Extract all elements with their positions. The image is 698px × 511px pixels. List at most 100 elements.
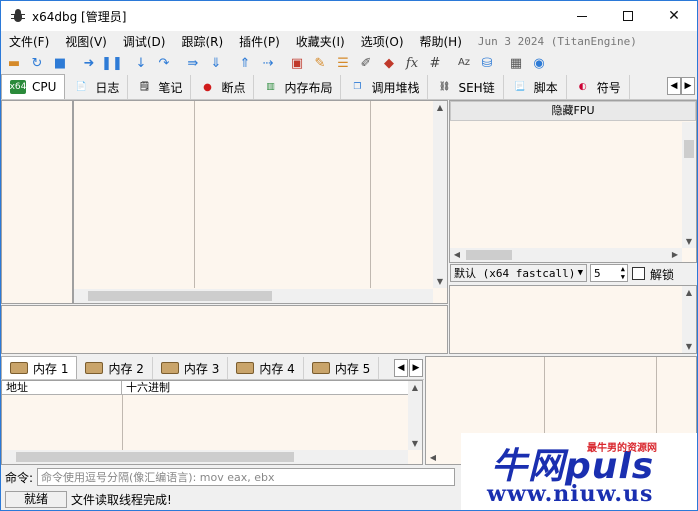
tab-memory-2[interactable]: 内存 2: [77, 357, 153, 379]
memtab-scroll-left-icon[interactable]: ◀: [394, 359, 408, 377]
hash-icon[interactable]: #: [426, 54, 444, 72]
tab-scroll-right-icon[interactable]: ▶: [681, 77, 695, 95]
restart-icon[interactable]: ↻: [28, 54, 46, 72]
script-icon[interactable]: ☰: [334, 54, 352, 72]
tab-memory-3[interactable]: 内存 3: [153, 357, 229, 379]
dump-view[interactable]: 地址 十六进制 ▲ ▼: [1, 380, 423, 465]
hide-fpu-button[interactable]: 隐藏FPU: [450, 101, 696, 121]
scroll-thumb[interactable]: [466, 250, 512, 260]
status-message: 文件读取线程完成!: [71, 493, 172, 507]
pause-icon[interactable]: ❚❚: [101, 54, 123, 72]
maximize-button[interactable]: [605, 1, 651, 31]
cpu-sidebar[interactable]: [1, 100, 73, 304]
scroll-left-icon[interactable]: ◀: [450, 250, 464, 259]
breakpoint-icon[interactable]: ▣: [288, 54, 306, 72]
menu-options[interactable]: 选项(O): [353, 33, 412, 50]
globe-icon[interactable]: ◉: [530, 54, 548, 72]
scroll-left-icon[interactable]: ◀: [426, 453, 440, 462]
call-stack-icon: ❐: [353, 82, 362, 92]
arg-count-spinner[interactable]: 5 ▲ ▼: [590, 264, 628, 282]
calling-convention-value: 默认 (x64 fastcall): [454, 267, 576, 280]
scroll-down-icon[interactable]: ▼: [682, 237, 696, 246]
tab-breakpoints[interactable]: ● 断点: [191, 75, 255, 99]
memory-tabs: 内存 1 内存 2 内存 3 内存 4 内存 5: [1, 356, 424, 380]
menu-plugins[interactable]: 插件(P): [231, 33, 288, 50]
dump-header-address: 地址: [2, 381, 122, 395]
minimize-button[interactable]: [559, 1, 605, 31]
patch-icon[interactable]: ✎: [311, 54, 329, 72]
disassembly-vscroll[interactable]: ▲ ▼: [433, 101, 447, 288]
scroll-up-icon[interactable]: ▲: [682, 288, 696, 297]
scroll-down-icon[interactable]: ▼: [433, 277, 447, 286]
module-icon[interactable]: ⛁: [478, 54, 496, 72]
menu-help[interactable]: 帮助(H): [412, 33, 470, 50]
tab-scroll-left-icon[interactable]: ◀: [667, 77, 681, 95]
open-folder-icon[interactable]: ▬: [5, 54, 23, 72]
disassembly-view[interactable]: ▲ ▼: [73, 100, 448, 304]
spinner-arrows-icon[interactable]: ▲ ▼: [621, 265, 625, 281]
step-into-icon[interactable]: ↓: [132, 54, 150, 72]
function-icon[interactable]: fx: [403, 54, 421, 72]
build-info: Jun 3 2024 (TitanEngine): [477, 34, 637, 48]
step-up-icon[interactable]: ⇑: [236, 54, 254, 72]
tab-cpu[interactable]: x64 CPU: [1, 74, 66, 99]
tab-symbols[interactable]: ◐ 符号: [566, 75, 630, 99]
comment-icon[interactable]: ✐: [357, 54, 375, 72]
tab-script[interactable]: 📃 脚本: [503, 75, 567, 99]
tab-memory-4[interactable]: 内存 4: [228, 357, 304, 379]
tab-call-stack[interactable]: ❐ 调用堆栈: [341, 75, 429, 99]
debug-state: 就绪: [5, 491, 67, 508]
scroll-thumb[interactable]: [88, 291, 272, 301]
lock-checkbox[interactable]: [632, 267, 645, 280]
disassembly-hscroll[interactable]: [74, 289, 433, 303]
scroll-thumb[interactable]: [16, 452, 294, 462]
dump-vscroll[interactable]: ▲ ▼: [408, 381, 422, 450]
run-to-user-icon[interactable]: ⇛: [184, 54, 202, 72]
scroll-thumb[interactable]: [684, 140, 694, 158]
scroll-up-icon[interactable]: ▲: [433, 103, 447, 112]
tab-memory-1[interactable]: 内存 1: [1, 356, 78, 379]
arguments-view[interactable]: ▲ ▼: [449, 285, 697, 354]
menu-debug[interactable]: 调试(D): [115, 33, 174, 50]
scroll-right-icon[interactable]: ▶: [668, 250, 682, 259]
arguments-vscroll[interactable]: ▲ ▼: [682, 286, 696, 353]
toolbar: ▬ ↻ ■ ➜ ❚❚ ↓ ↷ ⇛ ⇓ ⇑ ⇢ ▣ ✎ ☰ ✐ ◆ fx # Aᴢ…: [1, 51, 697, 75]
trace-icon[interactable]: ⇢: [259, 54, 277, 72]
tab-label: 内存 3: [183, 361, 220, 376]
run-icon[interactable]: ➜: [80, 54, 98, 72]
step-over-icon[interactable]: ↷: [155, 54, 173, 72]
menu-view[interactable]: 视图(V): [57, 33, 115, 50]
font-icon[interactable]: Aᴢ: [455, 54, 473, 72]
registers-hscroll[interactable]: ◀ ▶: [450, 248, 682, 262]
log-icon: 📄: [75, 82, 88, 92]
memory-chip-icon: [311, 362, 330, 374]
lock-label: 解锁: [650, 268, 675, 282]
stop-icon[interactable]: ■: [51, 54, 69, 72]
tab-log[interactable]: 📄 日志: [65, 75, 129, 99]
tab-label: 脚本: [533, 80, 558, 95]
tab-label: SEH链: [458, 80, 495, 95]
calling-convention-select[interactable]: 默认 (x64 fastcall) ▼: [450, 264, 587, 282]
tab-memory-5[interactable]: 内存 5: [304, 357, 380, 379]
tab-notes[interactable]: 🗒 笔记: [128, 75, 192, 99]
menu-favourites[interactable]: 收藏夹(I): [288, 33, 353, 50]
tab-memory-map[interactable]: ▥ 内存布局: [254, 75, 342, 99]
dump-hscroll[interactable]: [2, 450, 408, 464]
memory-chip-icon: [10, 362, 28, 374]
registers-view[interactable]: 隐藏FPU ▼ ◀ ▶: [449, 100, 697, 263]
close-button[interactable]: ✕: [651, 1, 697, 31]
run-to-return-icon[interactable]: ⇓: [207, 54, 225, 72]
info-view[interactable]: [1, 305, 448, 354]
scroll-down-icon[interactable]: ▼: [682, 342, 696, 351]
label-icon[interactable]: ◆: [380, 54, 398, 72]
menu-trace[interactable]: 跟踪(R): [173, 33, 231, 50]
scroll-up-icon[interactable]: ▲: [408, 383, 422, 392]
calculator-icon[interactable]: ▦: [507, 54, 525, 72]
registers-vscroll[interactable]: ▼: [682, 122, 696, 248]
menu-file[interactable]: 文件(F): [1, 33, 57, 50]
tab-label: 内存 4: [259, 361, 295, 376]
tab-seh[interactable]: ⛓ SEH链: [428, 75, 504, 99]
scroll-down-icon[interactable]: ▼: [408, 439, 422, 448]
command-input[interactable]: 命令使用逗号分隔(像汇编语言): mov eax, ebx: [37, 468, 455, 486]
memtab-scroll-right-icon[interactable]: ▶: [409, 359, 423, 377]
